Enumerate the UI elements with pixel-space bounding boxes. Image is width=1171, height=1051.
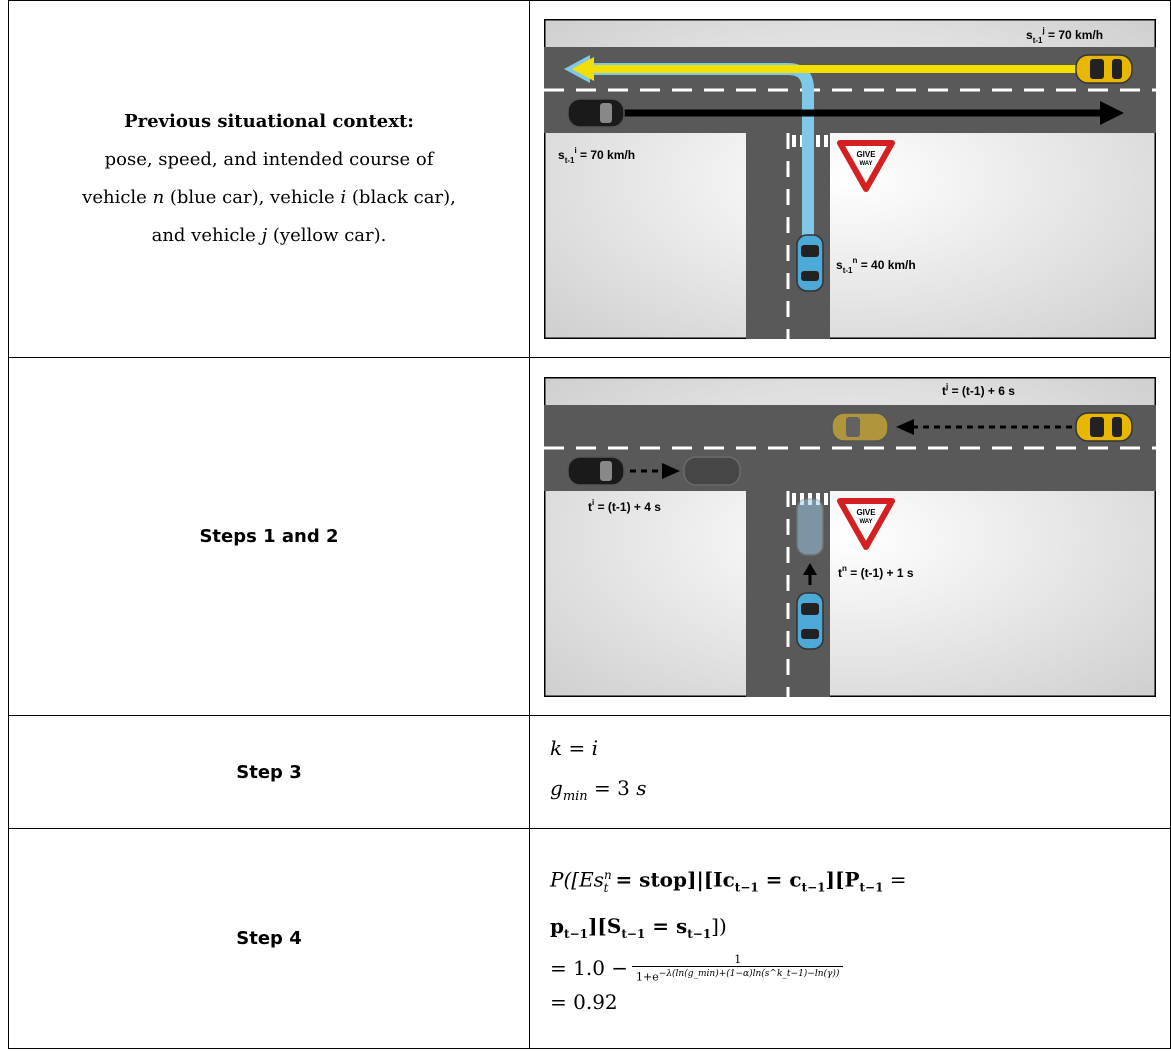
step-3-label: Step 3 <box>236 761 302 783</box>
step-3-math: k = i gmin = 3 s <box>530 728 1170 817</box>
context-text: Previous situational context: pose, spee… <box>9 103 529 255</box>
table-row: Step 4 P([Esnt = stop]|[Ict−1 = ct−1][Pt… <box>8 828 1171 1049</box>
step-3-label-cell: Step 3 <box>8 715 530 829</box>
probability-line-1: P([Esnt = stop]|[Ict−1 = ct−1][Pt−1 = <box>550 867 907 895</box>
intersection-diagram-steps: GIVE WAY tj = (t-1) + 6 s ti = (t-1) + 4… <box>544 376 1156 697</box>
step-3-math-cell: k = i gmin = 3 s <box>529 715 1171 829</box>
steps-1-2-label-cell: Steps 1 and 2 <box>8 357 530 716</box>
probability-result: = 0.92 <box>550 990 618 1015</box>
context-cell: Previous situational context: pose, spee… <box>8 0 530 358</box>
blue-car <box>796 234 824 292</box>
yellow-car <box>1075 411 1133 442</box>
steps-1-2-figure-cell: GIVE WAY tj = (t-1) + 6 s ti = (t-1) + 4… <box>529 357 1171 716</box>
context-line-2: vehicle n (blue car), vehicle i (black c… <box>82 187 456 208</box>
black-time-label: ti = (t-1) + 4 s <box>588 498 661 514</box>
table-row: Steps 1 and 2 GIVE WAY tj = (t-1) + 6 s … <box>8 357 1171 716</box>
black-car-future <box>683 455 741 486</box>
figure-table: Previous situational context: pose, spee… <box>8 0 1171 1049</box>
step-4-math: P([Esnt = stop]|[Ict−1 = ct−1][Pt−1 = pt… <box>530 856 1170 1021</box>
yellow-car <box>1075 54 1133 84</box>
context-line-3: and vehicle j (yellow car). <box>151 225 387 246</box>
blue-time-label: tn = (t-1) + 1 s <box>838 564 914 580</box>
svg-text:GIVE: GIVE <box>856 150 876 159</box>
steps-1-2-label: Steps 1 and 2 <box>199 526 339 547</box>
probability-line-3: = 1.0 − 1 1+e−λ(ln(g_min)+(1−α)ln(s^k_t−… <box>550 952 1170 983</box>
yellow-car-future <box>831 411 889 442</box>
svg-text:WAY: WAY <box>859 519 872 525</box>
step-4-math-cell: P([Esnt = stop]|[Ict−1 = ct−1][Pt−1 = pt… <box>529 828 1171 1049</box>
yellow-time-label: tj = (t-1) + 6 s <box>942 382 1015 398</box>
svg-text:GIVE: GIVE <box>856 508 876 517</box>
fraction-denominator: 1+e−λ(ln(g_min)+(1−α)ln(s^k_t−1)−ln(γ)) <box>632 965 844 983</box>
blue-car-future <box>796 497 824 556</box>
svg-text:WAY: WAY <box>859 161 872 167</box>
probability-line-2: pt−1][St−1 = st−1]) <box>550 913 727 941</box>
context-title: Previous situational context: <box>124 111 414 132</box>
step-4-label: Step 4 <box>236 928 302 949</box>
table-row: Previous situational context: pose, spee… <box>8 0 1171 358</box>
fraction-numerator: 1 <box>734 952 742 966</box>
blue-car <box>796 591 824 650</box>
sigmoid-fraction: 1 1+e−λ(ln(g_min)+(1−α)ln(s^k_t−1)−ln(γ)… <box>632 952 844 983</box>
table-row: Step 3 k = i gmin = 3 s <box>8 715 1171 829</box>
g-min-equation: gmin = 3 s <box>550 775 647 804</box>
k-equals-i: k = i <box>550 735 599 760</box>
black-car <box>567 455 625 486</box>
intersection-diagram-context: GIVE WAY st-1j = 70 km/h st-1i = 70 km/h… <box>544 19 1156 339</box>
step-4-label-cell: Step 4 <box>8 828 530 1049</box>
black-car <box>567 98 625 128</box>
context-figure-cell: GIVE WAY st-1j = 70 km/h st-1i = 70 km/h… <box>529 0 1171 358</box>
context-line-1: pose, speed, and intended course of <box>104 149 434 170</box>
